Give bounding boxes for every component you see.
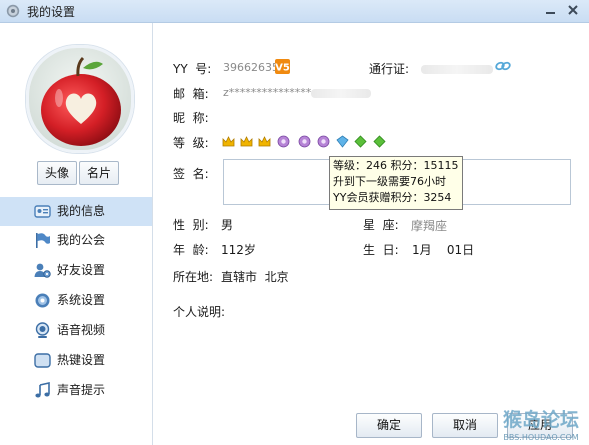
zodiac-value: 摩羯座	[411, 219, 448, 233]
music-note-icon	[35, 382, 50, 398]
sidebar-item-label: 我的公会	[57, 233, 106, 247]
about-label: 个人说明:	[173, 305, 226, 319]
gender-label: 性 别:	[173, 218, 209, 232]
location-value: 直辖市 北京	[221, 270, 289, 284]
tooltip-upgrade-line: 升到下一级需要76小时	[333, 175, 446, 188]
nickname-label: 昵 称:	[173, 111, 209, 125]
zodiac-label: 星 座:	[363, 218, 399, 232]
email-label: 邮 箱:	[173, 87, 209, 101]
level-tooltip: 等级：246 积分：15115 升到下一级需要76小时 YY会员获赠积分：325…	[329, 156, 463, 210]
diamond-gem-icon	[336, 135, 349, 148]
sidebar-item-sound-alerts[interactable]: 声音提示	[0, 376, 152, 405]
sidebar-item-my-info[interactable]: 我的信息	[0, 197, 152, 226]
settings-window: 我的设置 头像 名片 我的信息 我的公会 好友设置 系统设置 语音视频 热键设置…	[0, 0, 589, 445]
close-button[interactable]	[566, 3, 580, 17]
minimize-button[interactable]	[544, 3, 558, 17]
sidebar-item-system-settings[interactable]: 系统设置	[0, 286, 152, 315]
birthday-value: 1月 01日	[412, 243, 475, 257]
svg-text:BBS.HOUDAO.COM: BBS.HOUDAO.COM	[503, 433, 578, 442]
moon-gem-icon	[277, 135, 290, 148]
crown-icon	[222, 136, 235, 147]
age-label: 年 龄:	[173, 243, 209, 257]
passport-value-blurred	[421, 65, 493, 74]
signature-label: 签 名:	[173, 167, 209, 181]
svg-text:猴岛论坛: 猴岛论坛	[503, 408, 579, 431]
sidebar: 头像 名片 我的信息 我的公会 好友设置 系统设置 语音视频 热键设置 声音提示	[0, 23, 153, 445]
gear-icon	[35, 293, 50, 308]
yy-number-value: 39662635	[223, 61, 279, 74]
tooltip-level-line: 等级：246 积分：15115	[333, 159, 459, 172]
apple-heart-image	[29, 48, 131, 150]
gear-icon	[6, 4, 20, 18]
birthday-label: 生 日:	[363, 243, 399, 257]
card-button[interactable]: 名片	[79, 161, 119, 185]
sidebar-item-label: 热键设置	[57, 353, 106, 367]
moon-gem-icon	[317, 135, 330, 148]
id-card-icon	[34, 205, 51, 218]
window-title: 我的设置	[27, 5, 76, 19]
title-bar: 我的设置	[0, 0, 589, 23]
sidebar-item-label: 好友设置	[57, 263, 106, 277]
sidebar-item-my-guild[interactable]: 我的公会	[0, 226, 152, 255]
avatar-button[interactable]: 头像	[37, 161, 77, 185]
flag-icon	[36, 233, 50, 248]
sidebar-item-label: 我的信息	[57, 204, 106, 218]
sidebar-item-friend-settings[interactable]: 好友设置	[0, 256, 152, 285]
tooltip-vip-points-line: YY会员获赠积分：3254	[333, 191, 452, 204]
sidebar-item-voice-video[interactable]: 语音视频	[0, 316, 152, 345]
gender-value: 男	[221, 218, 234, 232]
avatar[interactable]	[26, 45, 134, 153]
crown-icon	[240, 136, 253, 147]
ok-button[interactable]: 确定	[356, 413, 422, 438]
level-label: 等 级:	[173, 136, 209, 150]
location-label: 所在地:	[173, 270, 214, 284]
sidebar-item-label: 声音提示	[57, 383, 106, 397]
green-gem-icon	[373, 135, 386, 148]
email-domain-blurred	[311, 89, 371, 98]
my-info-panel: YY 号: 39662635 V5 通行证: 邮 箱: z***********…	[153, 23, 589, 445]
cancel-button[interactable]: 取消	[432, 413, 498, 438]
age-value: 112岁	[221, 243, 256, 257]
link-icon[interactable]	[495, 59, 511, 73]
moon-gem-icon	[298, 135, 311, 148]
green-gem-icon	[354, 135, 367, 148]
webcam-icon	[35, 322, 50, 338]
crown-icon	[258, 136, 271, 147]
vip-badge-icon: V5	[275, 59, 290, 74]
email-value: z***************	[223, 86, 312, 99]
sidebar-item-hotkey-settings[interactable]: 热键设置	[0, 346, 152, 375]
user-settings-icon	[34, 263, 51, 278]
keyboard-icon	[34, 353, 51, 368]
forum-watermark-logo: 猴岛论坛 BBS.HOUDAO.COM	[503, 408, 579, 442]
sidebar-item-label: 语音视频	[57, 323, 106, 337]
yy-number-label: YY 号:	[173, 62, 212, 76]
svg-text:V5: V5	[275, 63, 290, 74]
passport-label: 通行证:	[369, 62, 410, 76]
sidebar-item-label: 系统设置	[57, 293, 106, 307]
